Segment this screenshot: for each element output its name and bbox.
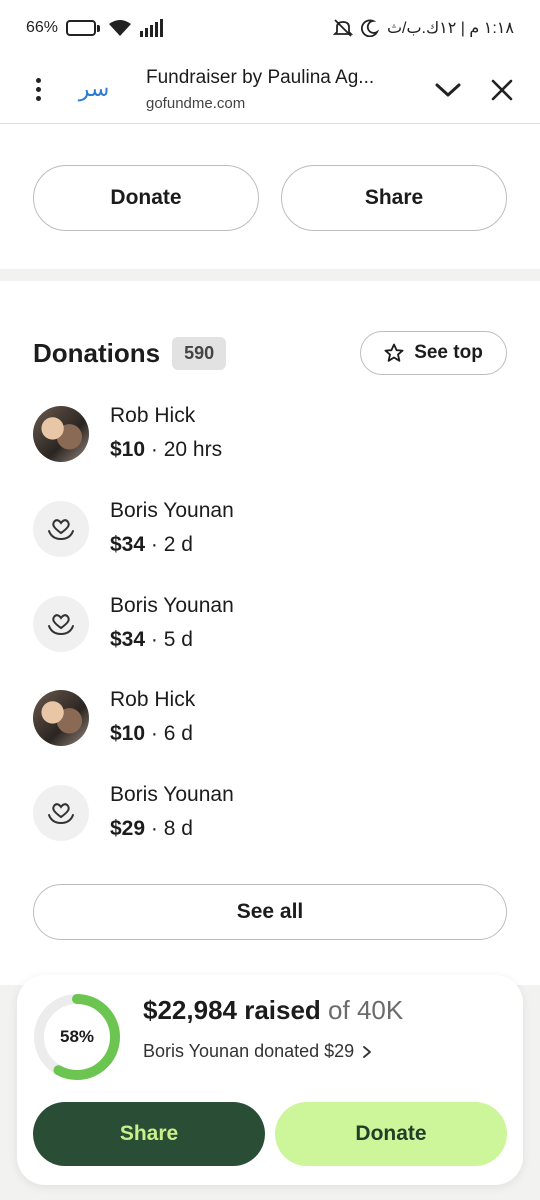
donate-button-primary[interactable]: Donate (275, 1102, 507, 1166)
heart-hand-icon (33, 595, 89, 652)
heart-hand-icon (33, 785, 89, 841)
site-logo: سر (78, 77, 110, 102)
donor-meta: $29 · 8 d (110, 817, 193, 840)
recent-donation-link[interactable]: Boris Younan donated $29 (143, 1041, 372, 1062)
chevron-right-icon (363, 1045, 372, 1058)
donor-name: Boris Younan (110, 783, 234, 806)
see-all-button[interactable]: See all (33, 884, 507, 940)
donation-item: Rob Hick $10 · 6 d (33, 682, 507, 777)
moon-icon (360, 19, 379, 37)
donor-meta: $10 · 6 d (110, 722, 193, 746)
summary-actions: Share Donate (33, 1102, 507, 1166)
donation-item: Rob Hick $10 · 20 hrs (33, 398, 507, 493)
donor-meta: $34 · 5 d (110, 627, 193, 651)
progress-percent: 58% (59, 1027, 95, 1046)
donations-header: Donations 590 See top (33, 325, 507, 381)
see-top-button[interactable]: See top (360, 331, 507, 375)
donor-name: Rob Hick (110, 688, 196, 712)
donor-name: Boris Younan (110, 498, 234, 522)
site-info: Fundraiser by Paulina Ag... gofundme.com (146, 67, 426, 112)
share-button-primary[interactable]: Share (33, 1102, 265, 1166)
site-domain: gofundme.com (146, 95, 246, 112)
wifi-icon (109, 20, 132, 36)
chevron-down-icon (435, 83, 461, 96)
donation-amount: $29 (110, 817, 146, 840)
donations-count-badge: 590 (172, 336, 227, 370)
donations-title: Donations (33, 337, 161, 368)
donation-text: Rob Hick $10 · 20 hrs (110, 404, 222, 462)
status-time: ١:١٨ م | ١٢ك.ب/ث (386, 20, 514, 37)
donation-item: Boris Younan $34 · 5 d (33, 588, 507, 683)
mute-icon (332, 19, 353, 37)
fundraiser-summary-card: 58% $22,984 raised of 40K Boris Younan d… (17, 975, 523, 1185)
donation-time: 2 d (163, 532, 193, 556)
more-menu-icon[interactable] (18, 70, 58, 110)
browser-header: سر Fundraiser by Paulina Ag... gofundme.… (0, 56, 540, 124)
donation-amount: $34 (110, 532, 146, 556)
close-icon (491, 79, 513, 100)
donate-button[interactable]: Donate (33, 165, 259, 231)
battery-icon (66, 20, 101, 36)
status-bar: 66% ١:١٨ م | ١٢ك.ب/ث (0, 0, 540, 56)
donation-item: Boris Younan $34 · 2 d (33, 493, 507, 588)
donation-time: 6 d (163, 722, 193, 746)
page-title: Fundraiser by Paulina Ag... (146, 67, 375, 88)
donation-item: Boris Younan $29 · 8 d (33, 777, 507, 872)
donation-text: Boris Younan $34 · 2 d (110, 499, 234, 557)
donation-text: Boris Younan $29 · 8 d (110, 783, 234, 841)
donor-meta: $10 · 20 hrs (110, 438, 223, 461)
battery-percent: 66% (26, 19, 59, 36)
share-button[interactable]: Share (281, 165, 507, 231)
raised-goal: of 40K (328, 995, 404, 1025)
donor-name: Rob Hick (110, 404, 196, 427)
donation-time: 8 d (163, 817, 193, 840)
raised-amount: $22,984 raised (143, 995, 321, 1025)
close-button[interactable] (480, 68, 524, 112)
see-top-label: See top (414, 342, 483, 363)
collapse-button[interactable] (426, 68, 470, 112)
status-right: ١:١٨ م | ١٢ك.ب/ث (332, 18, 514, 38)
status-left: 66% (26, 19, 166, 37)
avatar (33, 406, 89, 462)
star-icon (384, 343, 404, 362)
section-divider (0, 269, 540, 281)
heart-hand-icon (33, 500, 89, 557)
top-actions: Donate Share (33, 165, 507, 231)
donation-amount: $10 (110, 722, 146, 746)
donation-text: Boris Younan $34 · 5 d (110, 594, 234, 652)
signal-icon (140, 19, 164, 37)
donation-list: Rob Hick $10 · 20 hrs Boris Younan $34 ·… (33, 398, 507, 872)
donation-amount: $10 (110, 438, 146, 461)
donation-text: Rob Hick $10 · 6 d (110, 688, 195, 746)
donations-title-wrap: Donations 590 (33, 336, 227, 370)
raised-line: $22,984 raised of 40K (143, 995, 403, 1026)
recent-donation-text: Boris Younan donated $29 (143, 1041, 355, 1061)
donor-name: Boris Younan (110, 593, 234, 617)
donor-meta: $34 · 2 d (110, 532, 193, 556)
donation-amount: $34 (110, 627, 146, 651)
donation-time: 20 hrs (163, 438, 223, 461)
donation-time: 5 d (163, 627, 193, 651)
avatar (33, 690, 89, 747)
